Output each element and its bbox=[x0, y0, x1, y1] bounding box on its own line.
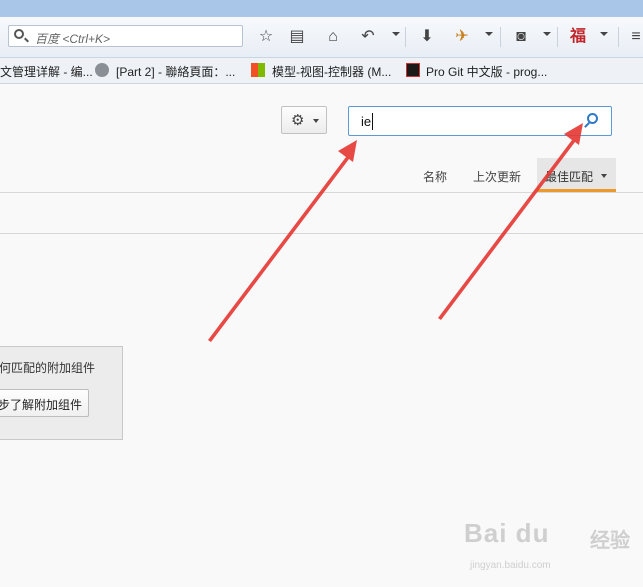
fortune-extension-icon[interactable]: 福 bbox=[569, 27, 587, 47]
bookmark-item[interactable]: 文管理详解 - 编... bbox=[0, 63, 93, 80]
addon-search-value: ie bbox=[361, 114, 372, 129]
reading-list-icon[interactable]: ▤ bbox=[288, 27, 306, 47]
web-search-box[interactable]: 百度 <Ctrl+K> bbox=[8, 25, 243, 47]
git-book-icon bbox=[406, 63, 420, 77]
chevron-down-icon bbox=[601, 174, 607, 178]
browser-toolbar: 百度 <Ctrl+K> ☆ ▤ ⌂ ↶ ⬇ ✈ ◙ 福 ≡ bbox=[0, 17, 643, 58]
windows-logo-icon bbox=[251, 63, 265, 77]
globe-icon bbox=[95, 63, 109, 77]
bookmark-star-icon[interactable]: ☆ bbox=[257, 27, 275, 47]
extension-bug-icon[interactable]: ✈ bbox=[453, 27, 471, 47]
toolbar-separator bbox=[405, 27, 406, 47]
addon-search-input[interactable]: ie bbox=[348, 106, 612, 136]
back-dropdown-icon[interactable] bbox=[392, 32, 400, 36]
sort-by-best-match[interactable]: 最佳匹配 bbox=[537, 158, 616, 192]
search-icon bbox=[14, 29, 24, 39]
toolbar-separator bbox=[500, 27, 501, 47]
gear-icon: ⚙ bbox=[291, 112, 305, 129]
toolbar-separator bbox=[618, 27, 619, 47]
addons-manager-content: ⚙ ie 名称 上次更新 最佳匹配 何匹配的附加组件 步了解附加组件 bbox=[0, 84, 643, 587]
extension-dropdown-icon[interactable] bbox=[485, 32, 493, 36]
sort-by-last-updated[interactable]: 上次更新 bbox=[473, 168, 521, 185]
screenshot-camera-icon[interactable]: ◙ bbox=[512, 27, 530, 47]
bookmark-item[interactable]: Pro Git 中文版 - prog... bbox=[426, 63, 547, 80]
tools-gear-button[interactable]: ⚙ bbox=[281, 106, 327, 134]
watermark-cn: 经验 bbox=[590, 530, 630, 552]
watermark-logo: Bai du bbox=[464, 518, 550, 548]
home-icon[interactable]: ⌂ bbox=[324, 27, 342, 47]
search-icon[interactable] bbox=[587, 113, 598, 124]
bookmark-item[interactable]: 模型-视图-控制器 (M... bbox=[272, 63, 391, 80]
camera-dropdown-icon[interactable] bbox=[543, 32, 551, 36]
sort-best-match-label: 最佳匹配 bbox=[545, 170, 594, 184]
baidu-jingyan-watermark: Bai du 经验 jingyan.baidu.com bbox=[464, 518, 630, 571]
divider bbox=[0, 192, 643, 193]
download-icon[interactable]: ⬇ bbox=[418, 27, 436, 47]
learn-more-label: 步了解附加组件 bbox=[0, 398, 83, 412]
sort-by-name[interactable]: 名称 bbox=[423, 168, 447, 185]
menu-hamburger-icon[interactable]: ≡ bbox=[629, 27, 643, 47]
no-results-notice: 何匹配的附加组件 步了解附加组件 bbox=[0, 346, 123, 440]
bookmarks-bar: 文管理详解 - 编... [Part 2] - 聯絡頁面：... 模型-视图-控… bbox=[0, 58, 643, 84]
window-top-border bbox=[0, 0, 643, 17]
back-arrow-icon[interactable]: ↶ bbox=[359, 27, 377, 47]
web-search-placeholder: 百度 <Ctrl+K> bbox=[35, 32, 111, 46]
toolbar-separator bbox=[557, 27, 558, 47]
chevron-down-icon bbox=[313, 119, 319, 123]
watermark-url: jingyan.baidu.com bbox=[470, 560, 551, 571]
no-results-message: 何匹配的附加组件 bbox=[0, 361, 96, 375]
text-caret bbox=[372, 113, 373, 130]
learn-more-button[interactable]: 步了解附加组件 bbox=[0, 389, 89, 417]
fortune-dropdown-icon[interactable] bbox=[600, 32, 608, 36]
bookmark-item[interactable]: [Part 2] - 聯絡頁面：... bbox=[116, 63, 235, 80]
divider bbox=[0, 233, 643, 234]
